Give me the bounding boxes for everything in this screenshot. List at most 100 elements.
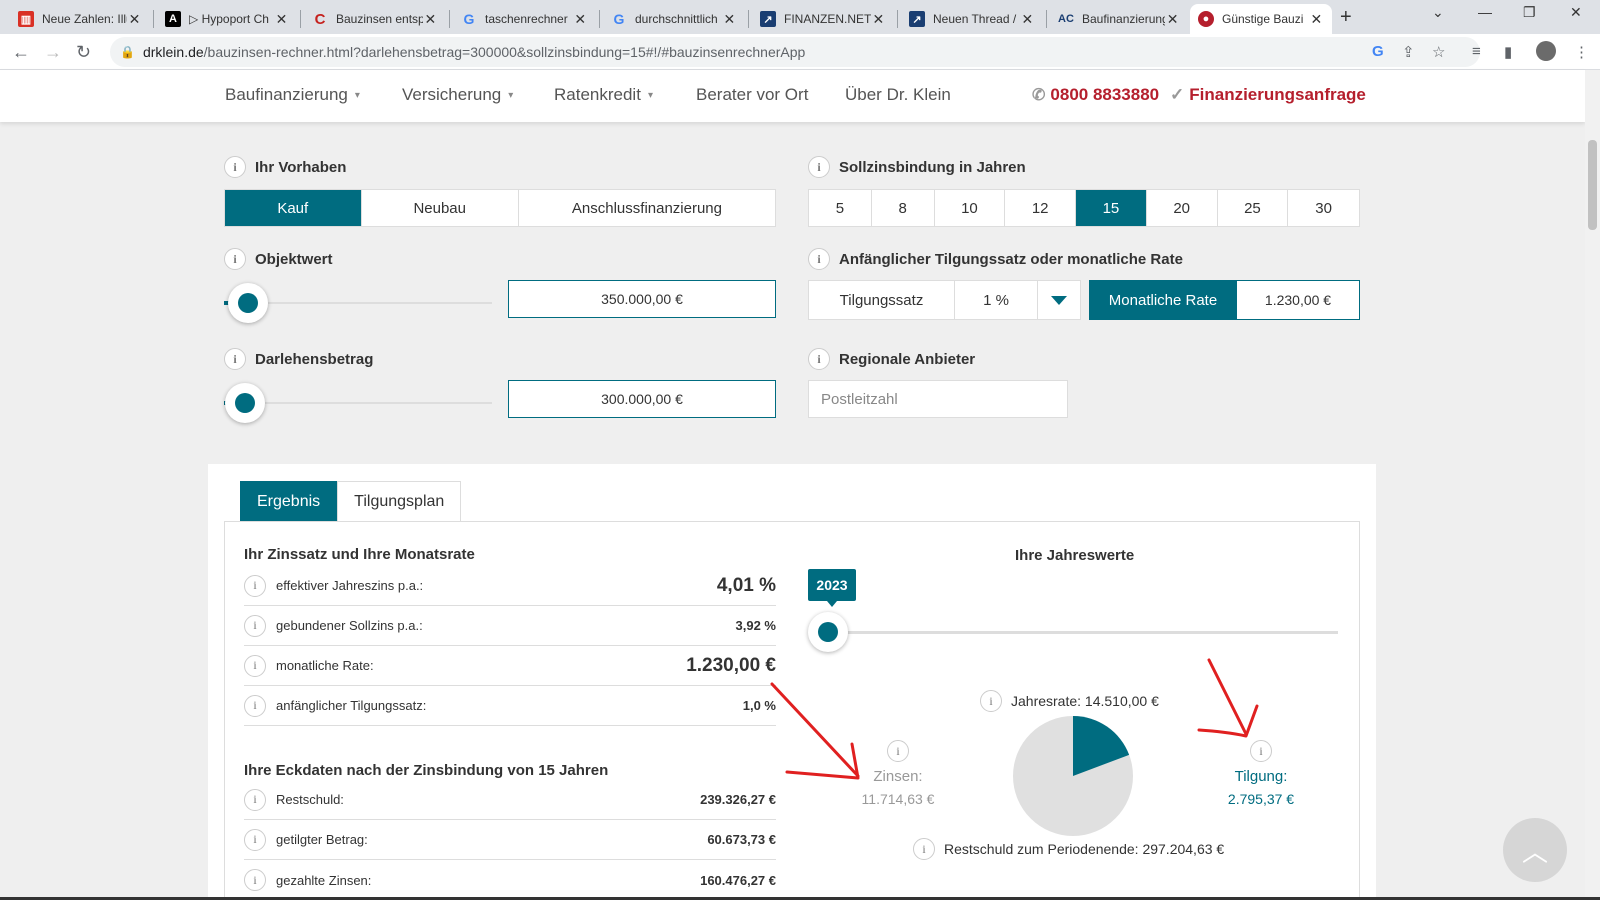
- scroll-thumb[interactable]: [1588, 140, 1597, 230]
- info-icon[interactable]: i: [244, 788, 266, 811]
- objektwert-slider[interactable]: [224, 283, 492, 323]
- close-icon[interactable]: ✕: [423, 11, 438, 28]
- option-years-30[interactable]: 30: [1288, 190, 1359, 226]
- browser-tab[interactable]: C Bauzinsen entsp ✕: [304, 4, 446, 34]
- chart-icon: ↗: [760, 11, 776, 27]
- close-icon[interactable]: ✕: [871, 11, 886, 28]
- reload-icon[interactable]: ↻: [76, 42, 91, 63]
- browser-tab[interactable]: A ▷ Hypoport Ch ✕: [157, 4, 297, 34]
- close-icon[interactable]: ✕: [1309, 11, 1324, 28]
- close-icon[interactable]: ✕: [127, 11, 142, 28]
- slider-handle[interactable]: [808, 612, 848, 652]
- option-years-20[interactable]: 20: [1147, 190, 1218, 226]
- page-scrollbar[interactable]: [1585, 70, 1600, 900]
- monatliche-rate-option[interactable]: Monatliche Rate: [1089, 280, 1237, 320]
- close-icon[interactable]: ✕: [1165, 11, 1180, 28]
- tab-ergebnis[interactable]: Ergebnis: [240, 481, 338, 521]
- info-icon[interactable]: i: [244, 828, 266, 851]
- browser-tab[interactable]: G taschenrechner ✕: [453, 4, 596, 34]
- info-icon[interactable]: i: [224, 348, 246, 370]
- jahreswerte-pie-chart: [1013, 716, 1133, 836]
- info-icon[interactable]: i: [224, 156, 246, 178]
- option-years-15[interactable]: 15: [1076, 190, 1147, 226]
- info-icon[interactable]: i: [224, 248, 246, 270]
- media-icon[interactable]: ≡: [1472, 43, 1481, 60]
- option-years-10[interactable]: 10: [935, 190, 1006, 226]
- result-row: i getilgter Betrag: 60.673,73 €: [244, 820, 776, 860]
- restore-icon[interactable]: ❐: [1523, 4, 1536, 21]
- tab-tilgungsplan[interactable]: Tilgungsplan: [337, 481, 462, 521]
- forward-icon[interactable]: →: [44, 42, 62, 63]
- nav-berater[interactable]: Berater vor Ort: [696, 85, 808, 105]
- tilgung-stat: i Tilgung: 2.795,37 €: [1206, 740, 1316, 807]
- restschuld-periode-stat: i Restschuld zum Periodenende: 297.204,63…: [913, 838, 1224, 860]
- darlehen-input[interactable]: 300.000,00 €: [508, 380, 776, 418]
- financing-request-link[interactable]: ✓ Finanzierungsanfrage: [1170, 85, 1366, 105]
- google-lens-icon[interactable]: G: [1372, 43, 1384, 60]
- bookmark-star-icon[interactable]: ☆: [1432, 43, 1445, 61]
- option-neubau[interactable]: Neubau: [362, 190, 519, 226]
- phone-link[interactable]: ✆ 0800 8833880: [1032, 85, 1159, 105]
- info-icon[interactable]: i: [980, 690, 1002, 712]
- close-icon[interactable]: ✕: [274, 11, 289, 28]
- browser-tab[interactable]: ▥ Neue Zahlen: Illu ✕: [10, 4, 150, 34]
- info-icon[interactable]: i: [913, 838, 935, 860]
- site-header: Baufinanzierung ▾ Versicherung ▾ Ratenkred…: [0, 70, 1585, 122]
- nav-ueber[interactable]: Über Dr. Klein: [845, 85, 951, 105]
- option-kauf[interactable]: Kauf: [225, 190, 362, 226]
- menu-icon[interactable]: ⋮: [1574, 43, 1589, 61]
- slider-handle[interactable]: [225, 383, 266, 423]
- browser-tab[interactable]: ↗ Neuen Thread / ✕: [901, 4, 1043, 34]
- info-icon[interactable]: i: [808, 248, 830, 270]
- close-icon[interactable]: ✕: [1020, 11, 1035, 28]
- nav-versicherung[interactable]: Versicherung ▾: [402, 85, 513, 105]
- browser-tab-active[interactable]: ● Günstige Bauzi ✕: [1190, 4, 1332, 34]
- result-tabs: Ergebnis Tilgungsplan: [240, 481, 462, 521]
- side-panel-icon[interactable]: ▮: [1504, 43, 1512, 61]
- info-icon[interactable]: i: [244, 654, 266, 677]
- tilgungssatz-select[interactable]: 1 %: [955, 280, 1038, 320]
- info-icon[interactable]: i: [244, 614, 266, 637]
- zinsbindung-selector: 5 8 10 12 15 20 25 30: [808, 189, 1360, 227]
- close-icon[interactable]: ✕: [722, 11, 737, 28]
- chart-icon: ↗: [909, 11, 925, 27]
- info-icon[interactable]: i: [1250, 740, 1272, 762]
- info-icon[interactable]: i: [808, 348, 830, 370]
- tab-search-icon[interactable]: ⌄: [1432, 4, 1444, 21]
- darlehen-slider[interactable]: [224, 383, 492, 423]
- browser-tab[interactable]: ↗ FINANZEN.NET ✕: [752, 4, 894, 34]
- tilgungssatz-dropdown[interactable]: [1038, 280, 1081, 320]
- minimize-icon[interactable]: —: [1478, 4, 1492, 20]
- option-years-5[interactable]: 5: [809, 190, 872, 226]
- phone-icon: ✆: [1032, 87, 1046, 104]
- browser-tab[interactable]: G durchschnittlich ✕: [603, 4, 745, 34]
- objektwert-label: i Objektwert: [224, 248, 333, 270]
- info-icon[interactable]: i: [887, 740, 909, 762]
- close-icon[interactable]: ✕: [572, 11, 588, 28]
- slider-handle[interactable]: [228, 283, 269, 323]
- info-icon[interactable]: i: [244, 694, 266, 717]
- browser-tab[interactable]: AC Baufinanzierung ✕: [1050, 4, 1188, 34]
- scroll-to-top-button[interactable]: ︿: [1503, 818, 1567, 882]
- share-icon[interactable]: ⇪: [1402, 43, 1415, 61]
- option-years-12[interactable]: 12: [1005, 190, 1077, 226]
- monatliche-rate-input[interactable]: 1.230,00 €: [1237, 280, 1360, 320]
- profile-avatar[interactable]: [1536, 41, 1556, 61]
- nav-baufinanzierung[interactable]: Baufinanzierung ▾: [225, 85, 360, 105]
- info-icon[interactable]: i: [244, 869, 266, 891]
- option-years-8[interactable]: 8: [872, 190, 935, 226]
- info-icon[interactable]: i: [808, 156, 830, 178]
- plz-input[interactable]: Postleitzahl: [808, 380, 1068, 418]
- year-slider[interactable]: [808, 612, 1338, 652]
- option-anschlussfinanzierung[interactable]: Anschlussfinanzierung: [519, 190, 775, 226]
- new-tab-button[interactable]: +: [1340, 6, 1352, 29]
- lock-icon: 🔒: [120, 45, 135, 59]
- close-window-icon[interactable]: ✕: [1570, 4, 1582, 21]
- back-icon[interactable]: ←: [12, 42, 30, 63]
- url-field[interactable]: 🔒 drklein.de/bauzinsen-rechner.html?darl…: [110, 37, 1480, 67]
- info-icon[interactable]: i: [244, 574, 266, 597]
- tilgungssatz-option[interactable]: Tilgungssatz: [808, 280, 955, 320]
- objektwert-input[interactable]: 350.000,00 €: [508, 280, 776, 318]
- nav-ratenkredit[interactable]: Ratenkredit ▾: [554, 85, 653, 105]
- option-years-25[interactable]: 25: [1218, 190, 1289, 226]
